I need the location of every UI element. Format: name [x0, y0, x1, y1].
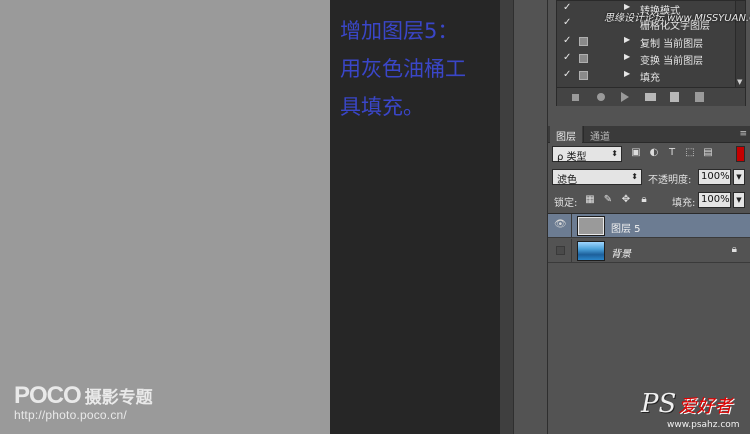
layer-thumbnail[interactable] — [577, 216, 605, 236]
blend-row: 滤色 ⬍ 不透明度: 100% ▼ — [552, 169, 745, 186]
chevron-down-icon: ⬍ — [611, 149, 618, 158]
layer-filter-row: ρ 类型 ⬍ ▣ ◐ T ⬚ ▤ — [552, 146, 745, 163]
lock-row: 锁定: ▦ ✎ ✥ 🔒︎ 填充: 100% ▼ — [552, 192, 745, 209]
action-label: 复制 当前图层 — [640, 39, 704, 50]
action-label: 变换 当前图层 — [640, 56, 704, 67]
instruction-text: 增加图层5： 用灰色油桶工 具填充。 — [340, 12, 500, 126]
opacity-input[interactable]: 100% — [698, 169, 731, 185]
visibility-toggle[interactable]: 👁︎ — [548, 214, 572, 238]
type-filter-icon[interactable]: T — [666, 147, 678, 158]
blend-mode-select[interactable]: 滤色 ⬍ — [552, 169, 642, 186]
actions-panel: ✓ ▶ 转换模式 ✓ 栅格化文字图层 ✓ ▶ 复制 当前图层 ✓ ▶ 变换 当前… — [556, 0, 750, 106]
action-check-icon[interactable]: ✓ — [563, 2, 573, 13]
opacity-dropdown-button[interactable]: ▼ — [733, 169, 745, 185]
opacity-label: 不透明度: — [648, 175, 692, 186]
panel-dock-divider[interactable] — [500, 0, 513, 434]
layer-row[interactable]: 👁︎ 图层 5 — [548, 214, 750, 238]
lock-label: 锁定: — [554, 198, 578, 209]
layer-row[interactable]: 背景 🔒︎ — [548, 239, 750, 263]
hidden-visibility-box[interactable] — [556, 246, 565, 255]
chevron-down-icon: ⬍ — [631, 172, 638, 181]
new-action-icon[interactable] — [670, 92, 679, 102]
fill-dropdown-button[interactable]: ▼ — [733, 192, 745, 208]
photoshop-workspace: POCO 摄影专题 http://photo.poco.cn/ 增加图层5： 用灰… — [0, 0, 750, 434]
new-set-folder-icon[interactable] — [645, 93, 656, 101]
dialog-toggle-icon[interactable] — [579, 54, 588, 63]
lock-icon: 🔒︎ — [731, 244, 737, 255]
ps-brand: PS — [641, 389, 677, 419]
trash-icon[interactable] — [695, 92, 704, 102]
action-item[interactable]: ✓ ▶ 变换 当前图层 — [557, 50, 735, 67]
pixel-filter-icon[interactable]: ▣ — [630, 147, 642, 158]
panel-menu-icon[interactable]: ≡ — [739, 129, 747, 139]
action-label: 填充 — [640, 73, 660, 84]
poco-watermark: POCO 摄影专题 http://photo.poco.cn/ — [14, 382, 153, 422]
filter-kind-select[interactable]: ρ 类型 ⬍ — [552, 146, 622, 163]
stop-icon[interactable] — [572, 94, 579, 101]
filter-toggle[interactable] — [736, 146, 745, 162]
canvas-gray-fill[interactable]: POCO 摄影专题 http://photo.poco.cn/ — [0, 0, 330, 434]
site-watermark: 思缘设计论坛 www.MISSYUAN.COM — [604, 13, 750, 24]
ps-cn-label: 爱好者 — [678, 396, 733, 417]
layer-name[interactable]: 背景 — [611, 245, 631, 260]
lock-position-icon[interactable]: ✥ — [620, 194, 632, 205]
dialog-toggle-icon[interactable] — [579, 71, 588, 80]
expand-triangle-icon[interactable]: ▶ — [624, 52, 630, 61]
action-check-icon[interactable]: ✓ — [563, 52, 573, 63]
layer-thumbnail[interactable] — [577, 241, 605, 261]
shape-filter-icon[interactable]: ⬚ — [684, 147, 696, 158]
fill-input[interactable]: 100% — [698, 192, 731, 208]
play-icon[interactable] — [621, 92, 629, 102]
poco-cn-label: 摄影专题 — [84, 388, 153, 407]
poco-url: http://photo.poco.cn/ — [14, 408, 127, 422]
action-item[interactable]: ✓ ▶ 填充 — [557, 67, 735, 84]
fill-label: 填充: — [672, 198, 696, 209]
visibility-toggle[interactable] — [548, 239, 572, 263]
layer-name[interactable]: 图层 5 — [611, 220, 641, 235]
layers-tab-bar: 图层 通道 ≡ — [548, 126, 750, 143]
smart-object-filter-icon[interactable]: ▤ — [702, 147, 714, 158]
record-icon[interactable] — [597, 93, 605, 101]
action-item[interactable]: ✓ ▶ 复制 当前图层 — [557, 33, 735, 50]
psahz-url: www.psahz.com — [667, 420, 740, 430]
expand-triangle-icon[interactable]: ▶ — [624, 35, 630, 44]
actions-toolbar — [557, 87, 745, 106]
instruction-line-1: 增加图层5： — [340, 19, 459, 43]
action-check-icon[interactable]: ✓ — [563, 17, 573, 28]
tab-channels[interactable]: 通道 — [583, 126, 616, 143]
psahz-watermark: PS 爱好者 www.psahz.com — [641, 389, 740, 430]
tab-layers[interactable]: 图层 — [550, 126, 582, 143]
adjustment-filter-icon[interactable]: ◐ — [648, 147, 660, 158]
right-panel-column: ✓ ▶ 转换模式 ✓ 栅格化文字图层 ✓ ▶ 复制 当前图层 ✓ ▶ 变换 当前… — [547, 0, 750, 434]
layers-panel: 图层 通道 ≡ ρ 类型 ⬍ ▣ ◐ T ⬚ ▤ 滤色 ⬍ 不透明度: 100%… — [548, 126, 750, 434]
instruction-line-2: 用灰色油桶工 — [340, 57, 466, 81]
eye-icon[interactable]: 👁︎ — [554, 219, 567, 230]
collapsed-panel-dock[interactable] — [513, 0, 547, 434]
instruction-line-3: 具填充。 — [340, 95, 424, 119]
dialog-toggle-icon[interactable] — [579, 37, 588, 46]
filter-kind-value: ρ 类型 — [557, 152, 587, 163]
lock-transparency-icon[interactable]: ▦ — [584, 194, 596, 205]
action-check-icon[interactable]: ✓ — [563, 35, 573, 46]
scroll-down-arrow-icon[interactable]: ▼ — [737, 78, 742, 86]
lock-paint-icon[interactable]: ✎ — [602, 194, 614, 205]
lock-all-icon[interactable]: 🔒︎ — [638, 194, 650, 205]
expand-triangle-icon[interactable]: ▶ — [624, 69, 630, 78]
blend-mode-value: 滤色 — [557, 175, 577, 186]
poco-brand: POCO — [14, 382, 82, 409]
action-check-icon[interactable]: ✓ — [563, 69, 573, 80]
